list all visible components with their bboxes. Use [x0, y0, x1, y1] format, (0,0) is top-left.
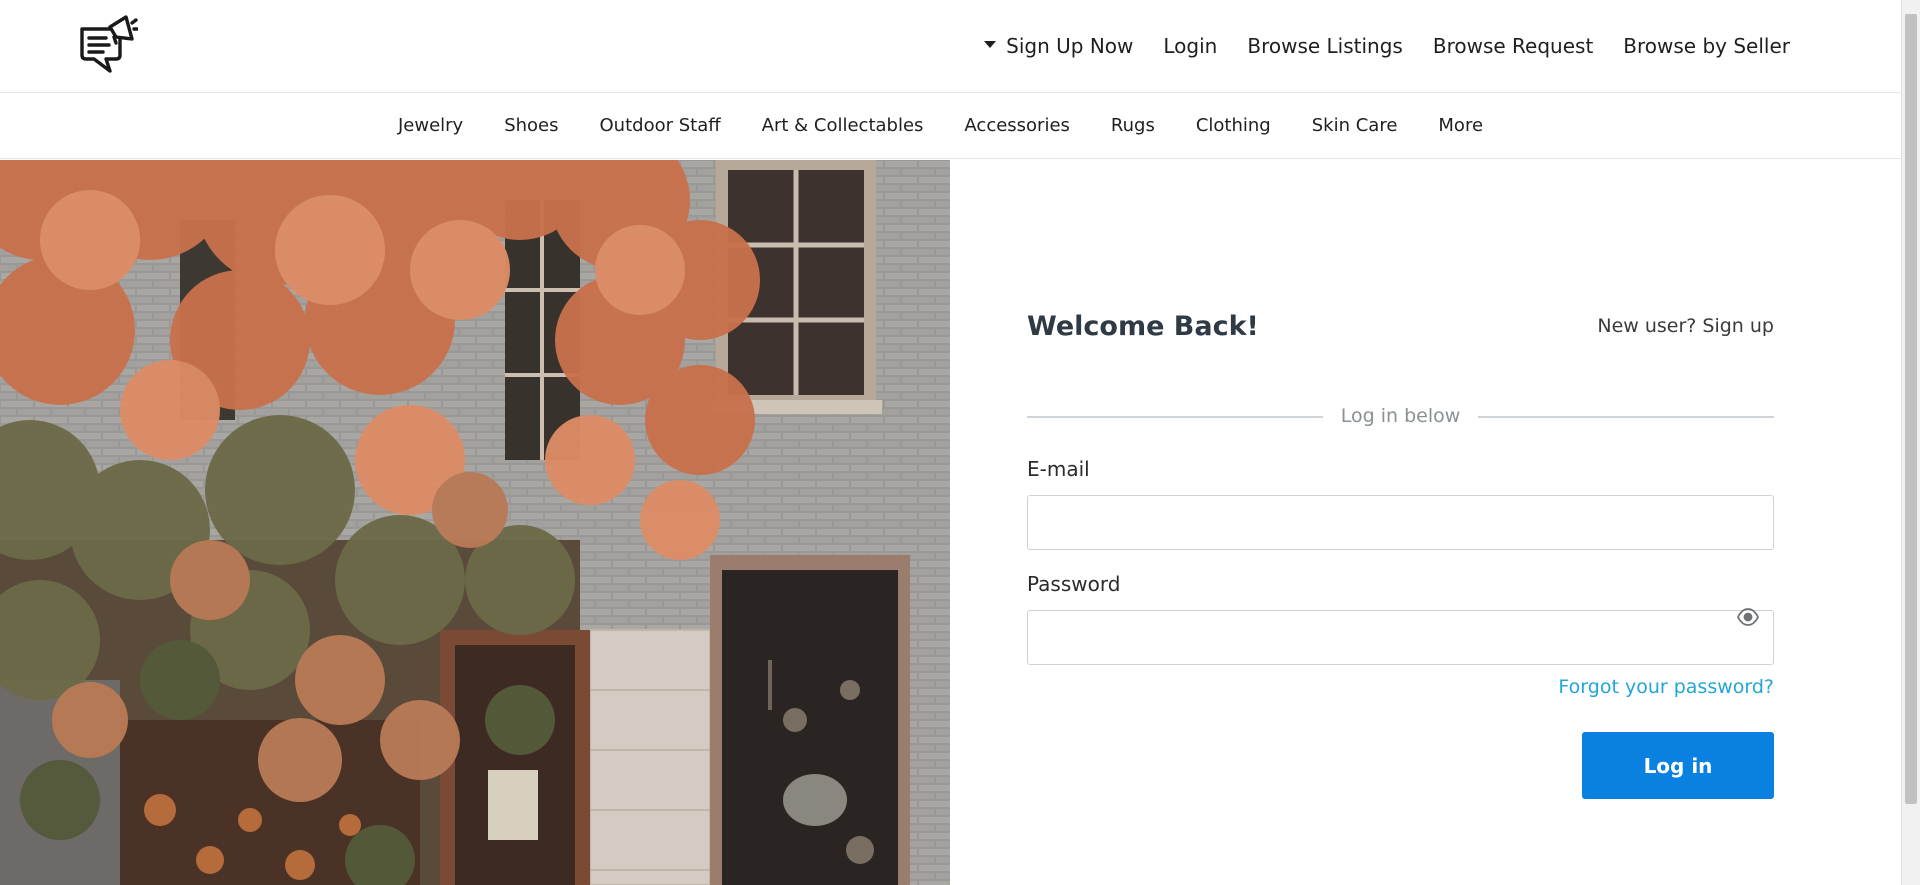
- browse-by-seller-link[interactable]: Browse by Seller: [1623, 34, 1790, 58]
- email-label: E-mail: [1027, 457, 1090, 481]
- browse-request-link[interactable]: Browse Request: [1433, 34, 1593, 58]
- new-user-signup-link[interactable]: New user? Sign up: [1597, 315, 1774, 337]
- vertical-scrollbar[interactable]: [1901, 0, 1920, 885]
- password-label: Password: [1027, 572, 1121, 596]
- megaphone-chat-icon[interactable]: [76, 13, 139, 79]
- category-accessories[interactable]: Accessories: [964, 115, 1070, 136]
- category-more[interactable]: More: [1438, 115, 1483, 136]
- divider-line-right: [1478, 416, 1774, 418]
- caret-down-icon: [984, 40, 997, 48]
- forgot-password-link[interactable]: Forgot your password?: [1558, 676, 1774, 698]
- scrollbar-thumb[interactable]: [1905, 14, 1917, 804]
- browse-listings-link[interactable]: Browse Listings: [1247, 34, 1403, 58]
- category-clothing[interactable]: Clothing: [1196, 115, 1271, 136]
- category-bar: Jewelry Shoes Outdoor Staff Art & Collec…: [0, 93, 1901, 159]
- login-divider: Log in below: [1027, 405, 1774, 429]
- top-nav: Sign Up Now Login Browse Listings Browse…: [984, 0, 1790, 91]
- signup-dropdown[interactable]: Sign Up Now: [984, 34, 1133, 58]
- category-shoes[interactable]: Shoes: [504, 115, 558, 136]
- login-button[interactable]: Log in: [1582, 732, 1774, 799]
- login-link[interactable]: Login: [1163, 34, 1217, 58]
- category-art-collectables[interactable]: Art & Collectables: [762, 115, 924, 136]
- password-field[interactable]: [1027, 610, 1774, 665]
- category-rugs[interactable]: Rugs: [1111, 115, 1155, 136]
- page-title: Welcome Back!: [1027, 311, 1259, 342]
- signup-label: Sign Up Now: [1006, 33, 1134, 58]
- eye-icon[interactable]: [1736, 605, 1760, 629]
- category-outdoor-staff[interactable]: Outdoor Staff: [600, 115, 721, 136]
- top-header: Sign Up Now Login Browse Listings Browse…: [0, 0, 1901, 93]
- login-panel: Welcome Back! New user? Sign up Log in b…: [1027, 160, 1774, 885]
- category-jewelry[interactable]: Jewelry: [398, 115, 463, 136]
- category-skin-care[interactable]: Skin Care: [1312, 115, 1398, 136]
- hero-image: [0, 160, 950, 885]
- email-field[interactable]: [1027, 495, 1774, 550]
